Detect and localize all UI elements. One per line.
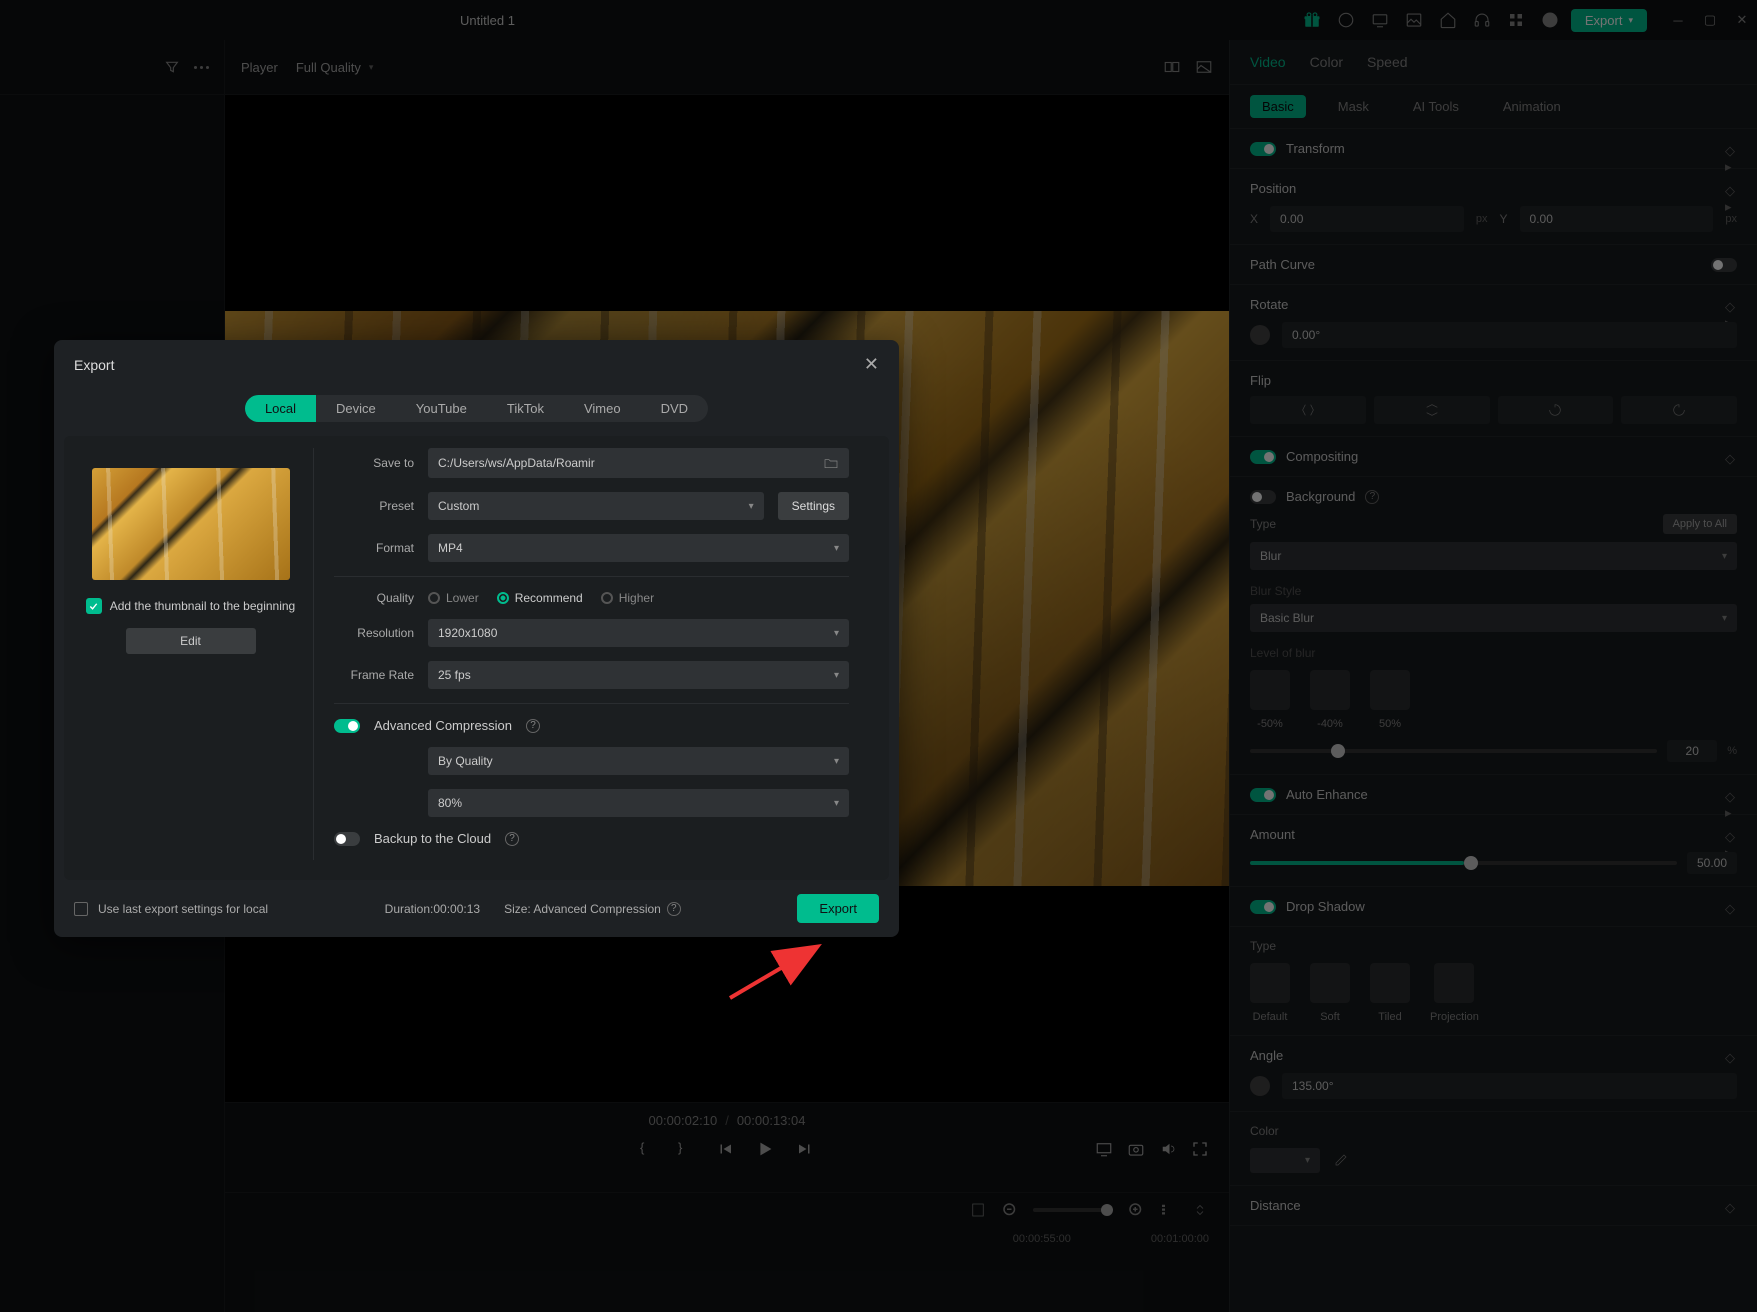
help-icon[interactable]: ? xyxy=(667,902,681,916)
resolution-dropdown[interactable]: 1920x1080▾ xyxy=(428,619,849,647)
advcomp-label: Advanced Compression xyxy=(374,718,512,733)
folder-icon[interactable] xyxy=(823,455,839,471)
export-tab-dvd[interactable]: DVD xyxy=(641,395,708,422)
thumbnail-label: Add the thumbnail to the beginning xyxy=(110,599,295,613)
saveto-input[interactable]: C:/Users/ws/AppData/Roamir xyxy=(428,448,849,478)
duration-text: Duration:00:00:13 xyxy=(385,902,480,916)
help-icon[interactable]: ? xyxy=(526,719,540,733)
quality-higher-radio[interactable]: Higher xyxy=(601,591,654,605)
export-tab-youtube[interactable]: YouTube xyxy=(396,395,487,422)
export-tab-vimeo[interactable]: Vimeo xyxy=(564,395,641,422)
export-dialog: Export ✕ Local Device YouTube TikTok Vim… xyxy=(54,340,899,937)
preset-dropdown[interactable]: Custom▾ xyxy=(428,492,764,520)
framerate-dropdown[interactable]: 25 fps▾ xyxy=(428,661,849,689)
format-dropdown[interactable]: MP4▾ xyxy=(428,534,849,562)
export-thumbnail xyxy=(92,468,290,580)
settings-button[interactable]: Settings xyxy=(778,492,849,520)
use-last-label: Use last export settings for local xyxy=(98,902,268,916)
dialog-title: Export xyxy=(74,357,114,373)
help-icon[interactable]: ? xyxy=(505,832,519,846)
edit-button[interactable]: Edit xyxy=(126,628,256,654)
backup-label: Backup to the Cloud xyxy=(374,831,491,846)
export-confirm-button[interactable]: Export xyxy=(797,894,879,923)
use-last-settings-checkbox[interactable] xyxy=(74,902,88,916)
close-icon[interactable]: ✕ xyxy=(864,354,879,375)
advcomp-toggle[interactable] xyxy=(334,719,360,733)
quality-lower-radio[interactable]: Lower xyxy=(428,591,479,605)
advcomp-pct-dropdown[interactable]: 80%▾ xyxy=(428,789,849,817)
thumbnail-checkbox[interactable] xyxy=(86,598,102,614)
size-text: Size: Advanced Compression? xyxy=(504,902,681,916)
backup-toggle[interactable] xyxy=(334,832,360,846)
quality-recommend-radio[interactable]: Recommend xyxy=(497,591,583,605)
export-tab-local[interactable]: Local xyxy=(245,395,316,422)
export-tab-tiktok[interactable]: TikTok xyxy=(487,395,564,422)
export-tab-device[interactable]: Device xyxy=(316,395,396,422)
advcomp-mode-dropdown[interactable]: By Quality▾ xyxy=(428,747,849,775)
